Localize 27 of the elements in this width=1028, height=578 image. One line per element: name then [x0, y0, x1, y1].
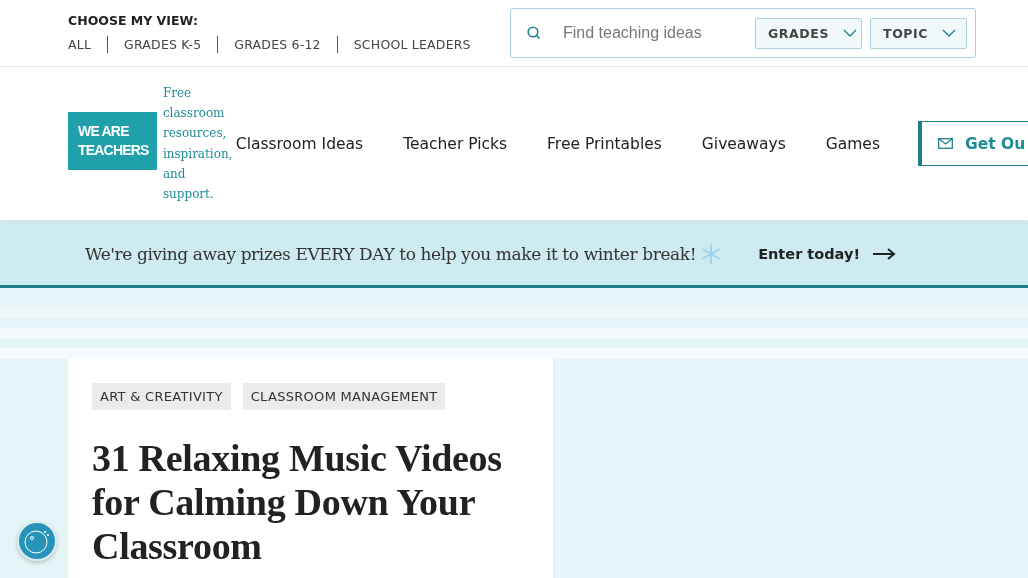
enter-link[interactable]: Enter today! — [758, 245, 896, 262]
article-title: 31 Relaxing Music Videos for Calming Down Your Classroom — [92, 436, 503, 568]
chevron-down-icon — [942, 29, 957, 37]
promo-text: We're giving away prizes EVERY DAY to help you make it to winter break! — [85, 243, 697, 264]
view-option-link[interactable]: GRADES K-5 — [124, 37, 202, 52]
view-chooser-label: CHOOSE MY VIEW: — [68, 13, 199, 28]
category-tag[interactable]: ART & CREATIVITY — [92, 383, 231, 410]
envelope-icon — [938, 138, 953, 149]
filter-dropdown[interactable]: TOPIC — [870, 17, 967, 49]
nav-link[interactable]: Games — [825, 134, 880, 153]
view-option-link[interactable]: SCHOOL LEADERS — [353, 37, 471, 52]
cookie-icon — [23, 527, 51, 555]
newsletter-button[interactable]: Get Ou — [918, 121, 1028, 166]
filter-dropdown[interactable]: GRADES — [755, 17, 862, 49]
nav-link[interactable]: Teacher Picks — [403, 134, 508, 153]
arrow-right-icon — [872, 247, 896, 260]
nav-link[interactable]: Free Printables — [547, 134, 662, 153]
nav-link[interactable]: Classroom Ideas — [235, 134, 364, 153]
chevron-down-icon — [843, 29, 858, 37]
category-tag[interactable]: CLASSROOM MANAGEMENT — [242, 383, 446, 410]
nav-link[interactable]: Giveaways — [701, 134, 786, 153]
tagline: Free classroom resources, inspiration, and support. — [162, 84, 234, 204]
search-icon — [527, 26, 541, 40]
view-option-link[interactable]: ALL — [68, 37, 92, 52]
snowflake-icon — [700, 242, 723, 265]
cookie-settings-button[interactable] — [17, 521, 57, 561]
view-option-link[interactable]: GRADES 6-12 — [234, 37, 321, 52]
